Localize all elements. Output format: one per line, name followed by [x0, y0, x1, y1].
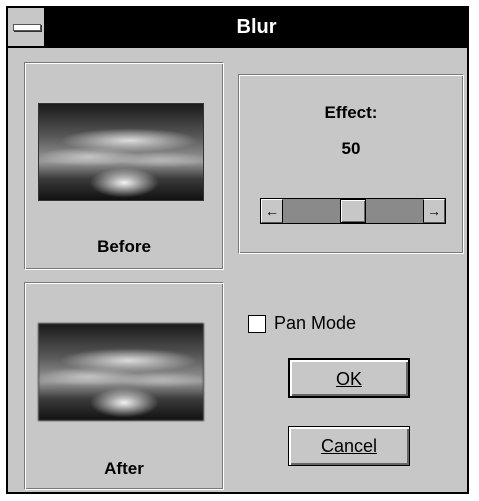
effect-slider[interactable]: ← →: [260, 198, 446, 224]
title-bar[interactable]: Blur: [8, 8, 467, 48]
effect-group: Effect: 50: [238, 74, 464, 254]
scroll-left-button[interactable]: ←: [261, 199, 283, 223]
cancel-button-label: Cancel: [320, 436, 378, 456]
before-label: Before: [97, 237, 151, 256]
blur-dialog: Blur Before After Effect: 50 ← → Pan Mod…: [6, 6, 469, 494]
after-label: After: [104, 459, 144, 478]
right-arrow-icon: →: [427, 203, 441, 219]
effect-value: 50: [341, 139, 361, 158]
after-image: [38, 323, 204, 421]
window-title: Blur: [236, 16, 277, 38]
effect-label: Effect:: [324, 103, 378, 122]
after-preview-group: After: [24, 282, 224, 490]
pan-mode-checkbox[interactable]: [248, 315, 266, 333]
cancel-button[interactable]: Cancel: [288, 426, 410, 466]
slider-thumb[interactable]: [340, 199, 366, 223]
left-arrow-icon: ←: [265, 203, 279, 219]
pan-mode-label[interactable]: Pan Mode: [274, 313, 356, 334]
system-menu-icon: [13, 24, 41, 31]
ok-button-label: OK: [335, 369, 362, 389]
system-menu-button[interactable]: [8, 8, 46, 46]
before-preview-group: Before: [24, 62, 224, 270]
ok-button[interactable]: OK: [288, 358, 410, 398]
before-image: [38, 103, 204, 201]
scroll-right-button[interactable]: →: [423, 199, 445, 223]
